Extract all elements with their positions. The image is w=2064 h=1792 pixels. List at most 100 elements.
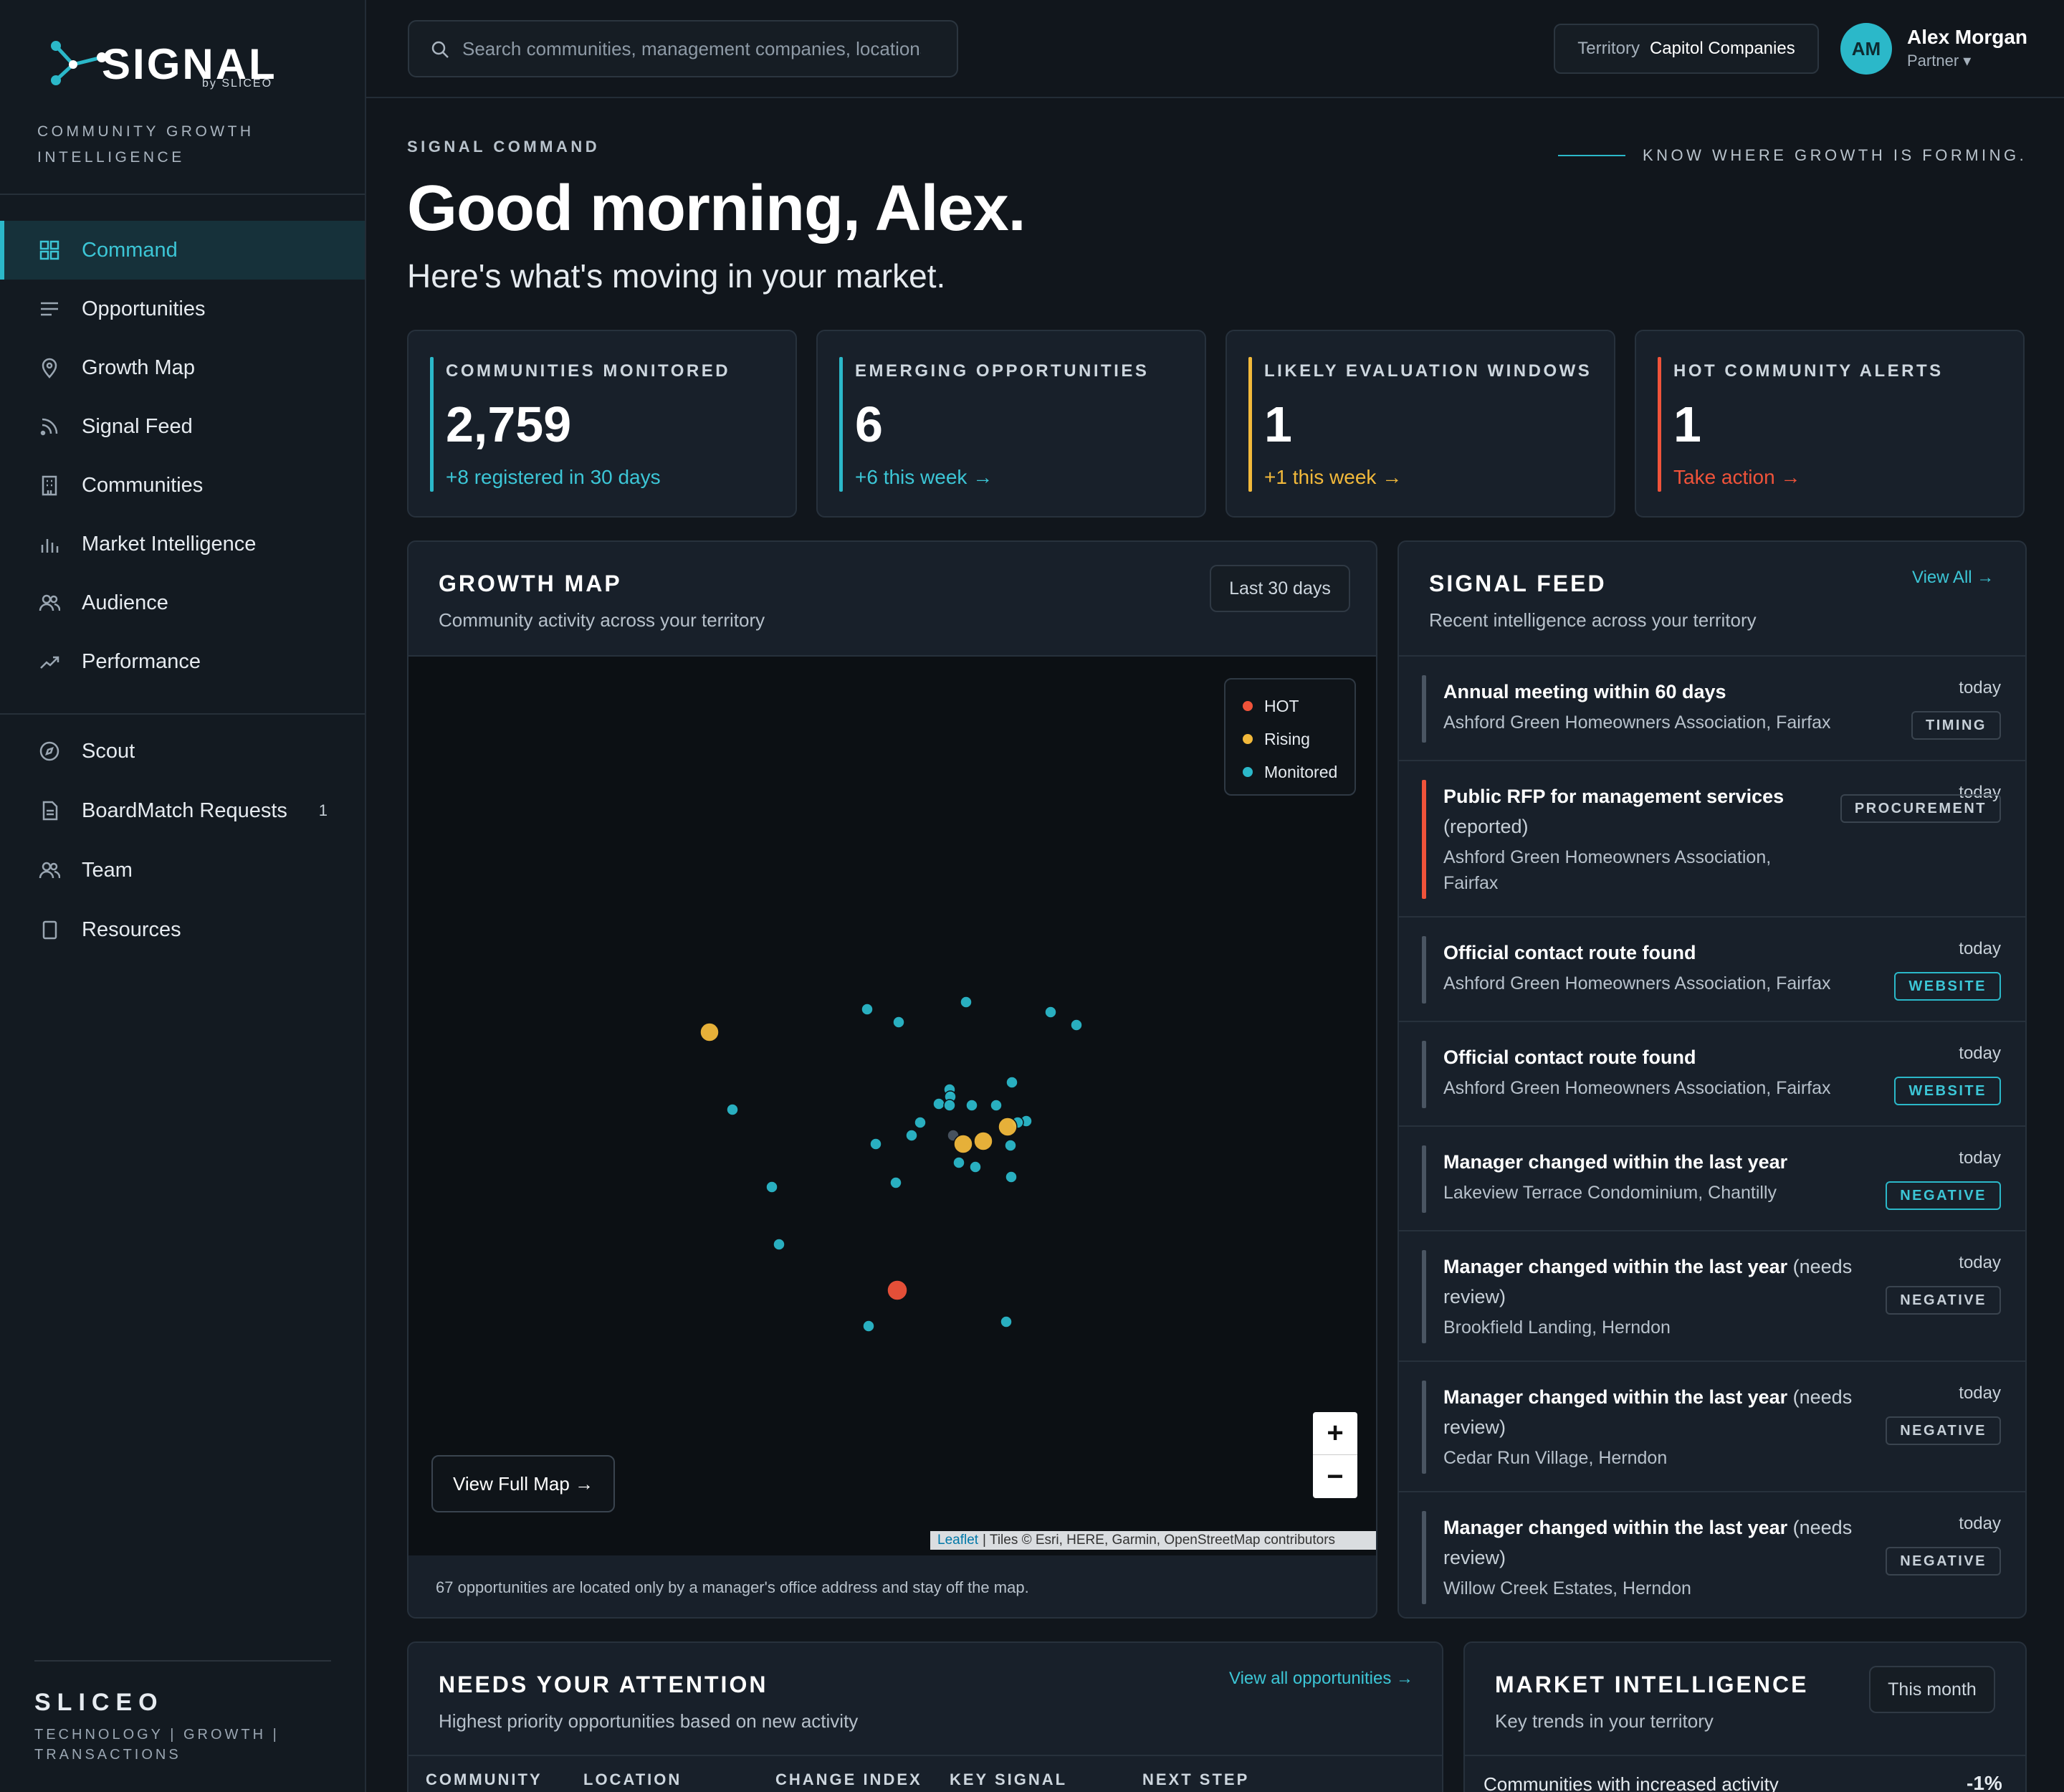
- feed-item[interactable]: Official contact route found Ashford Gre…: [1399, 916, 2025, 1021]
- user-role-menu[interactable]: Partner ▾: [1907, 52, 1971, 70]
- feed-item[interactable]: Manager changed within the last year (ne…: [1399, 1230, 2025, 1360]
- map-marker[interactable]: [765, 1181, 778, 1193]
- map-marker[interactable]: [1044, 1006, 1057, 1019]
- feed-accent: [1422, 936, 1426, 1004]
- feed-item[interactable]: Official contact route found Ashford Gre…: [1399, 1021, 2025, 1125]
- map-marker[interactable]: [1004, 1139, 1017, 1152]
- map-marker[interactable]: [990, 1099, 1003, 1112]
- feed-title-text: Official contact route found: [1443, 1047, 1696, 1068]
- kpi-link[interactable]: +1 this week →: [1264, 466, 1402, 489]
- sidebar: SIGNAL by SLICEO COMMUNITY GROWTH INTELL…: [0, 0, 366, 1792]
- map-marker[interactable]: [726, 1103, 739, 1116]
- view-full-map-button[interactable]: View Full Map →: [431, 1455, 615, 1512]
- feed-item[interactable]: Manager changed within the last year Lak…: [1399, 1125, 2025, 1230]
- map-marker[interactable]: [965, 1099, 978, 1112]
- nav-item-boardmatch-requests[interactable]: BoardMatch Requests 1: [0, 781, 365, 840]
- feed-item[interactable]: Annual meeting within 60 days Ashford Gr…: [1399, 655, 2025, 760]
- dot-icon: [1243, 767, 1253, 777]
- feed-time: today: [1959, 1383, 2001, 1403]
- map-marker[interactable]: [973, 1131, 993, 1151]
- kpi-link[interactable]: Take action →: [1673, 466, 1800, 489]
- zoom-out-button[interactable]: −: [1313, 1455, 1357, 1498]
- map-marker[interactable]: [862, 1320, 875, 1333]
- feed-time: today: [1959, 1253, 2001, 1272]
- map-marker[interactable]: [905, 1129, 918, 1142]
- page-title: Good morning, Alex.: [407, 173, 1026, 244]
- nav-item-label: Market Intelligence: [82, 532, 257, 556]
- kpi-card-communities-monitored[interactable]: COMMUNITIES MONITORED 2,759 +8 registere…: [407, 330, 797, 518]
- dot-icon: [1243, 701, 1253, 711]
- column-header-location[interactable]: LOCATION: [583, 1770, 682, 1789]
- map-marker[interactable]: [1005, 1171, 1018, 1183]
- nav-item-label: Growth Map: [82, 356, 195, 379]
- column-header-community[interactable]: COMMUNITY: [426, 1770, 543, 1789]
- feed-time: today: [1959, 678, 2001, 697]
- feed-time: today: [1959, 1148, 2001, 1168]
- doc-icon: [37, 799, 62, 823]
- column-header-change-index[interactable]: CHANGE INDEX: [775, 1770, 922, 1789]
- page-motto: KNOW WHERE GROWTH IS FORMING.: [1643, 146, 2027, 164]
- date-range-button[interactable]: Last 30 days: [1210, 565, 1350, 612]
- feed-tag: PROCUREMENT: [1840, 794, 2001, 823]
- map-marker[interactable]: [773, 1238, 785, 1251]
- divider: [408, 1755, 1442, 1756]
- kpi-link[interactable]: +6 this week →: [855, 466, 993, 489]
- map-marker[interactable]: [932, 1097, 945, 1110]
- nav-item-label: Resources: [82, 918, 181, 941]
- feed-accent: [1422, 780, 1426, 899]
- divider: [0, 713, 365, 715]
- feed-item[interactable]: Public RFP for management services (repo…: [1399, 760, 2025, 916]
- avatar[interactable]: AM: [1840, 23, 1892, 75]
- kpi-card-hot-community-alerts[interactable]: HOT COMMUNITY ALERTS 1 Take action →: [1635, 330, 2025, 518]
- nav-item-team[interactable]: Team: [0, 841, 365, 900]
- map-marker[interactable]: [1000, 1315, 1013, 1328]
- map-marker[interactable]: [889, 1176, 902, 1189]
- map-marker[interactable]: [699, 1022, 720, 1042]
- feed-title: Manager changed within the last year: [1443, 1147, 1873, 1177]
- map-marker[interactable]: [861, 1003, 874, 1016]
- nav-item-resources[interactable]: Resources: [0, 900, 365, 959]
- map-marker[interactable]: [1070, 1019, 1083, 1031]
- nav-item-communities[interactable]: Communities: [0, 456, 365, 515]
- map-marker[interactable]: [943, 1099, 956, 1112]
- map-marker[interactable]: [869, 1138, 882, 1150]
- nav-item-audience[interactable]: Audience: [0, 573, 365, 632]
- feed-location: Lakeview Terrace Condominium, Chantilly: [1443, 1183, 1777, 1203]
- nav-item-signal-feed[interactable]: Signal Feed: [0, 397, 365, 456]
- nav-item-opportunities[interactable]: Opportunities: [0, 280, 365, 338]
- territory-selector[interactable]: Territory Capitol Companies: [1554, 24, 1819, 74]
- map-marker[interactable]: [892, 1016, 905, 1029]
- kpi-card-likely-evaluation-windows[interactable]: LIKELY EVALUATION WINDOWS 1 +1 this week…: [1226, 330, 1615, 518]
- feed-title-text: Public RFP for management services: [1443, 786, 1784, 807]
- nav-item-scout[interactable]: Scout: [0, 722, 365, 781]
- feed-item[interactable]: Manager changed within the last year (ne…: [1399, 1491, 2025, 1617]
- map-marker[interactable]: [1005, 1076, 1018, 1089]
- legend-label: Rising: [1264, 729, 1310, 748]
- period-button[interactable]: This month: [1869, 1666, 1995, 1713]
- map-marker[interactable]: [960, 996, 973, 1009]
- kpi-card-emerging-opportunities[interactable]: EMERGING OPPORTUNITIES 6 +6 this week →: [816, 330, 1206, 518]
- map-marker[interactable]: [953, 1134, 973, 1154]
- map-marker[interactable]: [998, 1117, 1018, 1137]
- feed-accent: [1422, 1041, 1426, 1108]
- nav-item-market-intelligence[interactable]: Market Intelligence: [0, 515, 365, 573]
- nav-item-growth-map[interactable]: Growth Map: [0, 338, 365, 397]
- nav-item-performance[interactable]: Performance: [0, 632, 365, 691]
- zoom-in-button[interactable]: +: [1313, 1412, 1357, 1455]
- search-input[interactable]: [462, 37, 921, 60]
- search-box[interactable]: [408, 20, 958, 77]
- map-marker[interactable]: [952, 1156, 965, 1169]
- map-marker[interactable]: [887, 1279, 908, 1301]
- map-marker[interactable]: [914, 1116, 927, 1129]
- map-canvas[interactable]: HOT Rising Monitored + − View Full Map →…: [408, 655, 1376, 1555]
- feed-item[interactable]: Manager changed within the last year (ne…: [1399, 1360, 2025, 1491]
- column-header-next-step[interactable]: NEXT STEP: [1142, 1770, 1249, 1789]
- view-all-opportunities-link[interactable]: View all opportunities →: [1229, 1669, 1413, 1689]
- territory-label: Territory: [1577, 39, 1640, 58]
- user-name[interactable]: Alex Morgan: [1907, 26, 2027, 49]
- view-all-link[interactable]: View All →: [1912, 568, 1994, 588]
- column-header-key-signal[interactable]: KEY SIGNAL: [950, 1770, 1067, 1789]
- leaflet-link[interactable]: Leaflet: [937, 1533, 978, 1548]
- map-marker[interactable]: [969, 1160, 982, 1173]
- nav-item-command[interactable]: Command: [0, 221, 365, 280]
